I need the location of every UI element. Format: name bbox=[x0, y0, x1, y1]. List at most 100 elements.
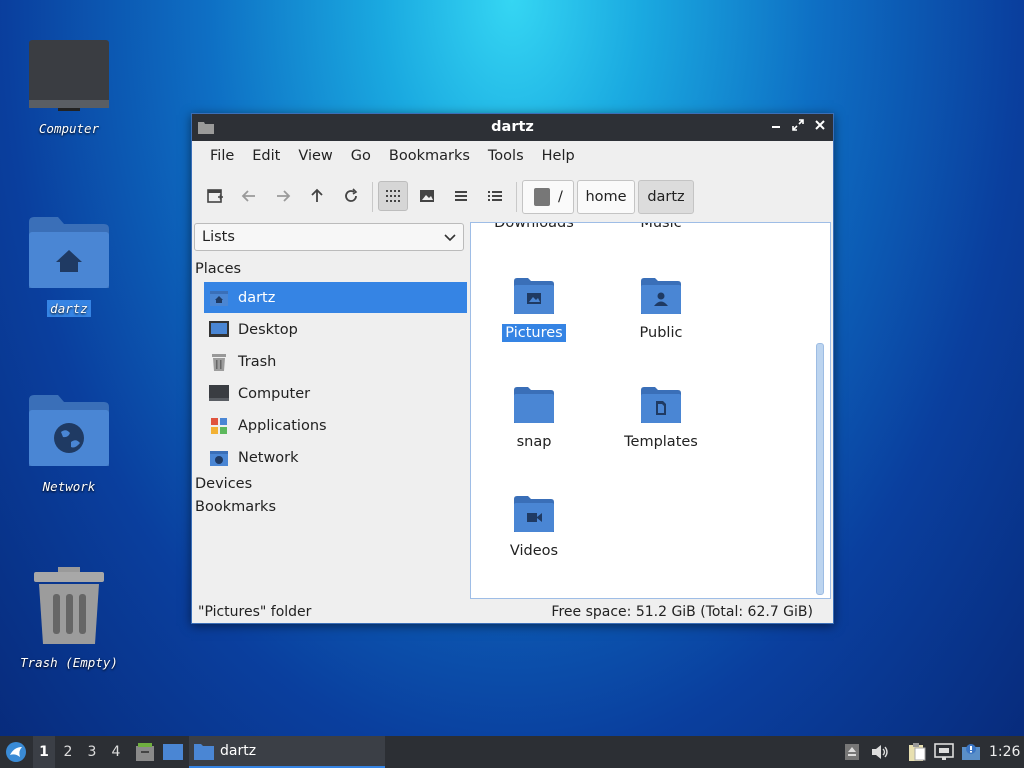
scrollbar[interactable] bbox=[816, 343, 824, 595]
file-item-snap[interactable]: snap bbox=[479, 386, 589, 451]
trash-icon bbox=[34, 567, 104, 644]
folder-view[interactable]: Downloads Music Pictures Public snap Tem… bbox=[470, 222, 831, 599]
grid-icon bbox=[386, 190, 400, 202]
icon-view-button[interactable] bbox=[378, 181, 408, 211]
menu-help[interactable]: Help bbox=[534, 145, 583, 167]
arrow-right-icon bbox=[277, 190, 291, 202]
desktop-icon-computer[interactable]: Computer bbox=[9, 38, 129, 137]
status-selection: "Pictures" folder bbox=[198, 604, 312, 620]
reload-button[interactable] bbox=[336, 181, 366, 211]
devices-header[interactable]: Devices bbox=[195, 476, 252, 492]
side-pane-mode-label: Lists bbox=[202, 229, 235, 245]
file-item-downloads[interactable]: Downloads bbox=[479, 223, 589, 232]
menu-tools[interactable]: Tools bbox=[480, 145, 532, 167]
status-bar: "Pictures" folder Free space: 51.2 GiB (… bbox=[192, 601, 833, 623]
file-label: Music bbox=[640, 222, 682, 231]
menu-file[interactable]: File bbox=[202, 145, 242, 167]
forward-button[interactable] bbox=[268, 181, 298, 211]
bookmarks-header[interactable]: Bookmarks bbox=[195, 499, 276, 515]
desktop-icon-network[interactable]: Network bbox=[9, 392, 129, 495]
home-icon bbox=[208, 287, 230, 309]
menu-go[interactable]: Go bbox=[343, 145, 379, 167]
sidebar-item-applications[interactable]: Applications bbox=[204, 410, 467, 441]
update-notifier-button[interactable] bbox=[960, 736, 982, 768]
path-dartz-button[interactable]: dartz bbox=[638, 180, 694, 214]
sidebar-item-label: Applications bbox=[238, 417, 327, 434]
title-bar[interactable]: dartz bbox=[192, 114, 833, 141]
window-title: dartz bbox=[491, 119, 534, 135]
lubuntu-logo-icon bbox=[6, 742, 26, 762]
taskbar-window-label: dartz bbox=[220, 743, 257, 759]
file-label: Public bbox=[639, 325, 683, 341]
workspace-3[interactable]: 3 bbox=[81, 736, 103, 768]
new-tab-button[interactable] bbox=[200, 181, 230, 211]
reload-icon bbox=[345, 188, 358, 202]
computer-icon bbox=[29, 40, 109, 111]
arrow-left-icon bbox=[241, 190, 255, 202]
eject-icon bbox=[845, 744, 859, 760]
network-tray-button[interactable] bbox=[933, 736, 955, 768]
start-menu-button[interactable] bbox=[4, 736, 28, 768]
path-home-button[interactable]: home bbox=[577, 180, 635, 214]
volume-tray-button[interactable] bbox=[870, 736, 890, 768]
path-root-button[interactable]: / bbox=[522, 180, 574, 214]
desktop-label-computer: Computer bbox=[38, 121, 100, 136]
file-label: Videos bbox=[509, 543, 559, 559]
workspace-1[interactable]: 1 bbox=[33, 736, 55, 768]
templates-folder-icon bbox=[641, 387, 681, 423]
home-folder-icon bbox=[29, 217, 109, 288]
close-button[interactable] bbox=[811, 117, 829, 137]
desktop-label-network: Network bbox=[42, 479, 96, 494]
back-button[interactable] bbox=[234, 181, 264, 211]
clock[interactable]: 1:26 bbox=[989, 736, 1020, 768]
desktop-icon-dartz[interactable]: dartz bbox=[9, 214, 129, 317]
sidebar-item-label: Computer bbox=[238, 385, 311, 402]
file-item-public[interactable]: Public bbox=[606, 277, 716, 342]
file-manager-icon bbox=[136, 743, 154, 761]
file-item-pictures[interactable]: Pictures bbox=[479, 277, 589, 342]
list-icon bbox=[455, 191, 467, 201]
menu-bookmarks[interactable]: Bookmarks bbox=[381, 145, 478, 167]
side-pane-mode-select[interactable]: Lists bbox=[194, 223, 464, 251]
chevron-down-icon bbox=[444, 231, 456, 247]
workspace-4[interactable]: 4 bbox=[105, 736, 127, 768]
minimize-icon bbox=[772, 126, 780, 128]
eject-tray-button[interactable] bbox=[843, 736, 861, 768]
notification-icon bbox=[962, 744, 980, 760]
sidebar-item-trash[interactable]: Trash bbox=[204, 346, 467, 377]
file-item-videos[interactable]: Videos bbox=[479, 495, 589, 560]
workspace-2[interactable]: 2 bbox=[57, 736, 79, 768]
network-icon bbox=[208, 447, 230, 469]
clipboard-tray-button[interactable] bbox=[906, 736, 928, 768]
file-item-templates[interactable]: Templates bbox=[606, 386, 716, 451]
detailed-view-button[interactable] bbox=[480, 181, 510, 211]
desktop-icon-trash[interactable]: Trash (Empty) bbox=[9, 566, 129, 671]
sidebar-item-label: dartz bbox=[238, 289, 276, 306]
sidebar-item-label: Network bbox=[238, 449, 299, 466]
sidebar-item-label: Desktop bbox=[238, 321, 298, 338]
sidebar-item-dartz[interactable]: dartz bbox=[204, 282, 467, 313]
compact-view-button[interactable] bbox=[446, 181, 476, 211]
taskbar-window-dartz[interactable]: dartz bbox=[189, 736, 385, 768]
sidebar-item-computer[interactable]: Computer bbox=[204, 378, 467, 409]
show-desktop-button[interactable] bbox=[161, 736, 185, 768]
menu-view[interactable]: View bbox=[290, 145, 340, 167]
file-item-music[interactable]: Music bbox=[606, 222, 716, 232]
sidebar-item-network[interactable]: Network bbox=[204, 442, 467, 473]
file-manager-launcher[interactable] bbox=[134, 736, 156, 768]
menu-edit[interactable]: Edit bbox=[244, 145, 288, 167]
computer-icon bbox=[208, 383, 230, 405]
sidebar-item-desktop[interactable]: Desktop bbox=[204, 314, 467, 345]
minimize-button[interactable] bbox=[767, 117, 785, 137]
file-label: Templates bbox=[624, 434, 698, 450]
up-button[interactable] bbox=[302, 181, 332, 211]
places-header[interactable]: Places bbox=[195, 261, 241, 277]
applications-icon bbox=[208, 415, 230, 437]
maximize-button[interactable] bbox=[789, 117, 807, 137]
desktop-icon bbox=[163, 744, 183, 760]
trash-icon bbox=[208, 351, 230, 373]
toolbar-separator bbox=[516, 182, 517, 212]
close-icon bbox=[815, 120, 825, 130]
thumbnail-view-button[interactable] bbox=[412, 181, 442, 211]
new-tab-icon bbox=[207, 189, 223, 203]
